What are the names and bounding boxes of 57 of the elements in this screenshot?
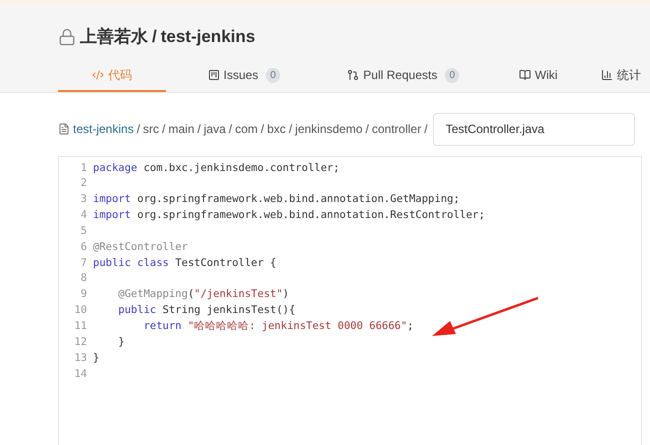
line-number: 13 — [73, 350, 88, 366]
line-number: 3 — [80, 192, 88, 208]
repo-owner: 上善若水 — [80, 26, 148, 48]
breadcrumb-separator: / — [197, 121, 201, 138]
line-number: 5 — [80, 224, 88, 239]
line-number: 10 — [73, 303, 88, 318]
tab[interactable]: 统计 — [592, 60, 650, 92]
breadcrumb-separator: / — [424, 121, 428, 138]
breadcrumb-link[interactable]: main — [168, 120, 194, 138]
line-number: 7 — [80, 256, 88, 271]
pull-request-icon — [347, 69, 360, 81]
breadcrumb-link[interactable]: jenkinsdemo — [295, 120, 363, 138]
line-number: 9 — [80, 287, 88, 302]
code-icon — [92, 69, 104, 81]
code-line: } — [118, 334, 125, 350]
book-icon — [518, 69, 531, 81]
line-number: 2 — [80, 176, 88, 192]
breadcrumb-separator: / — [260, 121, 264, 138]
code-line: return "哈哈哈哈哈: jenkinsTest 0000 66666"; — [144, 318, 414, 334]
code-line: import org.springframework.web.bind.annotation.RestController; — [93, 208, 485, 224]
line-number: 4 — [80, 208, 88, 224]
breadcrumb-separator: / — [162, 121, 166, 138]
count-badge: 0 — [445, 68, 459, 82]
breadcrumb-separator: / — [136, 121, 140, 138]
tab[interactable]: Wiki — [484, 60, 592, 92]
line-number: 6 — [80, 240, 88, 255]
breadcrumb-separator: / — [228, 121, 232, 138]
tab[interactable]: Pull Requests 0 — [321, 60, 485, 92]
count-badge: 0 — [266, 68, 280, 82]
breadcrumb-link[interactable]: com — [235, 120, 258, 138]
line-number: 11 — [73, 318, 88, 334]
code-line: package com.bxc.jenkinsdemo.controller; — [93, 160, 340, 176]
path-separator: / — [152, 26, 157, 48]
breadcrumb-link[interactable]: controller — [372, 120, 422, 138]
breadcrumb-link[interactable]: test-jenkins — [73, 120, 134, 138]
tab[interactable]: Issues 0 — [166, 60, 322, 92]
file-name-field[interactable]: TestController.java — [432, 112, 635, 146]
breadcrumb-separator: / — [288, 121, 292, 138]
list-icon — [208, 69, 220, 81]
breadcrumb-link[interactable]: bxc — [267, 120, 286, 138]
line-number: 1 — [80, 160, 88, 176]
code-line: } — [93, 350, 100, 366]
bar-chart-icon — [600, 69, 613, 81]
code-line: @GetMapping("/jenkinsTest") — [118, 287, 289, 302]
code-line: @RestController — [93, 240, 188, 255]
file-icon — [58, 123, 70, 135]
line-number: 8 — [80, 271, 88, 286]
breadcrumb-link[interactable]: java — [204, 120, 226, 138]
code-line: public class TestController { — [93, 256, 276, 271]
line-number: 14 — [73, 366, 88, 382]
breadcrumb-link[interactable]: src — [143, 120, 160, 138]
lock-icon — [58, 28, 76, 46]
line-number: 12 — [73, 334, 88, 350]
code-line: public String jenkinsTest(){ — [118, 303, 296, 318]
breadcrumb-separator: / — [366, 121, 369, 138]
code-line: import org.springframework.web.bind.annotation.GetMapping; — [93, 192, 460, 208]
repo-name: test-jenkins — [160, 26, 256, 48]
